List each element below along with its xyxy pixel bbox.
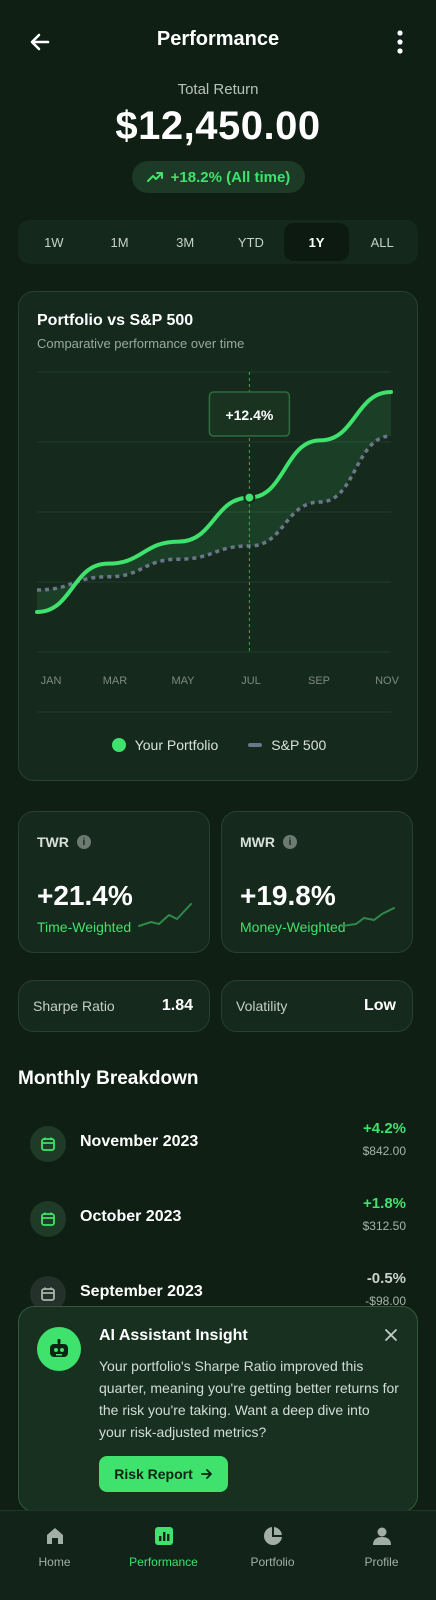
app-header: Performance	[0, 0, 436, 82]
return-change: +18.2% (All time)	[170, 168, 291, 186]
month-percent: +1.8%	[363, 1195, 406, 1212]
month-amount: $312.50	[362, 1219, 406, 1233]
month-percent: +4.2%	[363, 1120, 406, 1137]
twr-card[interactable]: TWR i +21.4% Time-Weighted	[18, 811, 210, 953]
timeframe-all[interactable]: ALL	[349, 223, 415, 261]
more-vertical-icon[interactable]	[390, 28, 410, 56]
ai-insight-text: Your portfolio's Sharpe Ratio improved t…	[99, 1358, 399, 1440]
nav-item-performance[interactable]: Performance	[109, 1511, 218, 1600]
nav-item-portfolio[interactable]: Portfolio	[218, 1511, 327, 1600]
mwr-sub: Money-Weighted	[240, 919, 346, 935]
volatility-value: Low	[364, 997, 396, 1014]
performance-chart[interactable]: +12.4% JAN MAR MAY JUL SEP NOV	[19, 292, 419, 722]
calendar-icon	[30, 1201, 66, 1237]
x-tick-label: MAR	[103, 675, 128, 687]
month-name: September 2023	[80, 1283, 203, 1300]
timeframe-1y[interactable]: 1Y	[283, 223, 350, 261]
legend-benchmark-swatch	[248, 743, 263, 747]
legend-portfolio-swatch	[111, 738, 126, 752]
mwr-sparkline	[341, 907, 395, 927]
annotation-point	[243, 491, 256, 504]
sharpe-value: 1.84	[161, 997, 193, 1014]
mwr-label: MWR	[240, 834, 275, 850]
nav-portfolio-label: Portfolio	[250, 1555, 295, 1569]
x-tick-label: NOV	[375, 675, 400, 687]
x-tick-label: MAY	[171, 675, 195, 687]
user-icon	[372, 1527, 391, 1545]
performance-chart-card: Portfolio vs S&P 500 Comparative perform…	[18, 291, 418, 781]
list-item[interactable]: November 2023 +4.2% $842.00	[30, 1120, 406, 1162]
legend-benchmark: S&P 500	[248, 737, 326, 753]
nav-home-label: Home	[38, 1555, 71, 1569]
total-return-label: Total Return	[177, 81, 259, 98]
bottom-nav: Home Performance Portfolio Profile	[0, 1510, 436, 1600]
twr-label-row: TWR i	[37, 834, 91, 850]
legend-portfolio: Your Portfolio	[111, 737, 219, 753]
calendar-icon	[30, 1126, 66, 1162]
twr-sparkline	[138, 903, 192, 927]
month-name: October 2023	[80, 1208, 182, 1225]
tooltip-label: +12.4%	[225, 407, 273, 423]
risk-report-button[interactable]: Risk Report	[99, 1456, 228, 1492]
twr-sub: Time-Weighted	[37, 919, 132, 935]
trending-up-icon	[146, 172, 163, 182]
nav-item-home[interactable]: Home	[0, 1511, 109, 1600]
nav-item-profile[interactable]: Profile	[327, 1511, 436, 1600]
timeframe-1m[interactable]: 1M	[87, 223, 153, 261]
volatility-card: Volatility Low	[221, 980, 413, 1032]
monthly-breakdown-title: Monthly Breakdown	[18, 1068, 199, 1089]
timeframe-1w[interactable]: 1W	[21, 223, 87, 261]
page-title: Performance	[156, 28, 280, 50]
robot-icon	[37, 1327, 81, 1371]
timeframe-3m[interactable]: 3M	[152, 223, 218, 261]
arrow-right-icon	[200, 1469, 212, 1479]
month-percent: -0.5%	[366, 1270, 406, 1287]
sharpe-ratio-card: Sharpe Ratio 1.84	[18, 980, 210, 1032]
pie-chart-icon	[263, 1527, 282, 1545]
twr-label: TWR	[37, 834, 69, 850]
x-tick-label: JUL	[241, 675, 261, 687]
bar-chart-icon	[154, 1527, 173, 1545]
nav-performance-label: Performance	[129, 1555, 198, 1569]
timeframe-selector: 1W 1M 3M YTD 1Y ALL	[18, 220, 418, 264]
home-icon	[46, 1528, 63, 1544]
return-badge: +18.2% (All time)	[132, 161, 305, 193]
info-icon[interactable]: i	[283, 835, 297, 849]
month-name: November 2023	[80, 1133, 199, 1150]
ai-insight-card: AI Assistant Insight Your portfolio's Sh…	[18, 1306, 418, 1512]
timeframe-ytd[interactable]: YTD	[218, 223, 284, 261]
mwr-card[interactable]: MWR i +19.8% Money-Weighted	[221, 811, 413, 953]
mwr-value: +19.8%	[240, 880, 336, 911]
legend-benchmark-label: S&P 500	[271, 737, 327, 753]
nav-profile-label: Profile	[364, 1555, 399, 1569]
list-item[interactable]: October 2023 +1.8% $312.50	[30, 1195, 406, 1237]
twr-value: +21.4%	[37, 880, 133, 911]
risk-report-label: Risk Report	[114, 1466, 193, 1482]
sharpe-label: Sharpe Ratio	[33, 998, 115, 1014]
mwr-label-row: MWR i	[240, 834, 297, 850]
x-tick-label: JAN	[41, 675, 62, 687]
volatility-label: Volatility	[236, 998, 288, 1014]
x-tick-label: SEP	[308, 675, 330, 687]
close-icon[interactable]	[383, 1327, 399, 1343]
legend-portfolio-label: Your Portfolio	[134, 737, 219, 753]
chart-legend: Your Portfolio S&P 500	[19, 737, 419, 753]
month-amount: $842.00	[362, 1144, 406, 1158]
total-return-value: $12,450.00	[115, 104, 321, 148]
ai-insight-title: AI Assistant Insight	[99, 1327, 248, 1344]
list-item[interactable]: September 2023 -0.5% -$98.00	[30, 1270, 406, 1312]
info-icon[interactable]: i	[76, 835, 91, 849]
